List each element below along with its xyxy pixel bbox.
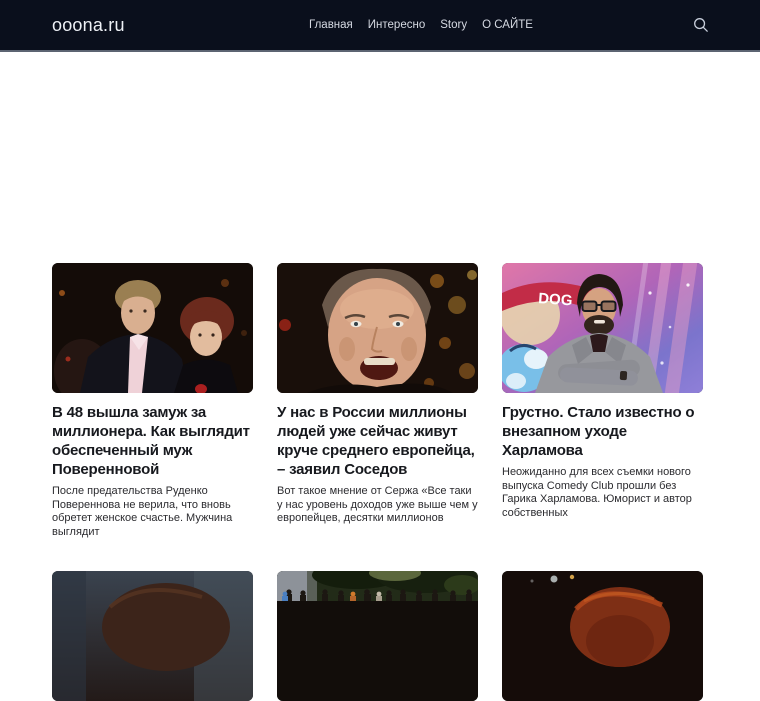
nav-item-story[interactable]: Story	[440, 19, 467, 31]
page: { "header": { "logo": "ooona.ru", "backg…	[0, 0, 760, 701]
backdrop-text: DOG	[538, 290, 573, 309]
article-card[interactable]: DOG Грустно. Стало известно о внезапном …	[502, 263, 703, 539]
search-icon[interactable]	[693, 17, 709, 33]
nav-item-about[interactable]: О САЙТЕ	[482, 19, 533, 31]
article-image-couple[interactable]	[52, 263, 253, 393]
article-excerpt: Неожиданно для всех съемки нового выпуск…	[502, 466, 692, 519]
article-card[interactable]	[502, 571, 703, 701]
article-card[interactable]	[52, 571, 253, 701]
article-image-face-closeup[interactable]	[277, 263, 478, 393]
nav-item-interesting[interactable]: Интересно	[368, 19, 425, 31]
main-nav: Главная Интересно Story О САЙТЕ	[309, 0, 533, 50]
article-card[interactable]	[277, 571, 478, 701]
article-image-crowd[interactable]	[277, 571, 478, 701]
article-title[interactable]: Грустно. Стало известно о внезапном уход…	[502, 403, 703, 460]
article-card[interactable]: У нас в России миллионы людей уже сейчас…	[277, 263, 478, 539]
article-grid: В 48 вышла замуж за миллионера. Как выгл…	[52, 263, 703, 539]
article-excerpt: После предательства Руденко Повереннова …	[52, 485, 233, 538]
article-title[interactable]: В 48 вышла замуж за миллионера. Как выгл…	[52, 403, 253, 479]
article-image-red-haired[interactable]	[502, 571, 703, 701]
article-image-comedian[interactable]: DOG	[502, 263, 703, 393]
article-card[interactable]: В 48 вышла замуж за миллионера. Как выгл…	[52, 263, 253, 539]
article-grid-secondary	[52, 571, 703, 701]
article-title[interactable]: У нас в России миллионы людей уже сейчас…	[277, 403, 478, 479]
article-excerpt: Вот такое мнение от Сержа «Все таки у на…	[277, 485, 478, 524]
site-logo[interactable]: ooona.ru	[52, 0, 125, 50]
article-image-dark-portrait[interactable]	[52, 571, 253, 701]
nav-item-home[interactable]: Главная	[309, 19, 353, 31]
site-header: ooona.ru Главная Интересно Story О САЙТЕ	[0, 0, 760, 52]
